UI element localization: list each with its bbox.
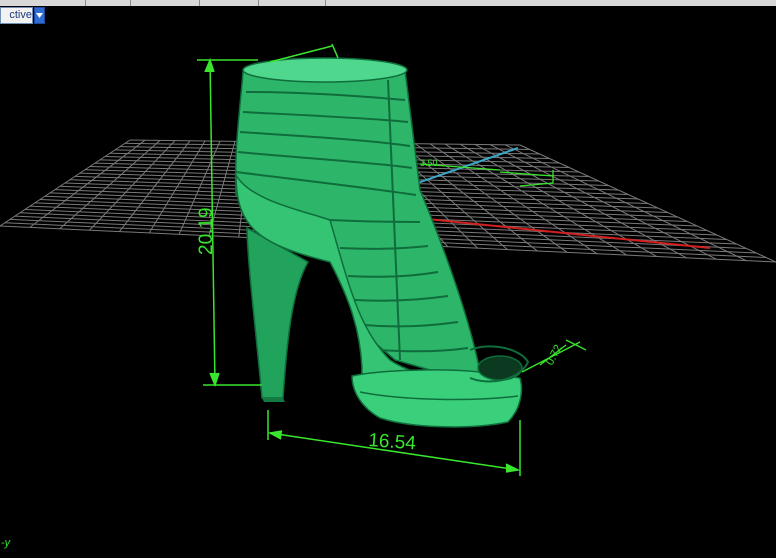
height-value: 20.19 [196, 207, 217, 255]
viewport-title-button[interactable]: ctive [0, 7, 33, 24]
viewport-tab-strip [0, 0, 776, 6]
viewport-menu-button[interactable] [34, 7, 45, 24]
small-value: 3.50 [420, 158, 438, 168]
toe-value: 0.72 [544, 343, 565, 368]
viewport-scene[interactable]: 20.19 16.54 3.50 0.72 [0, 0, 776, 558]
chevron-down-icon [36, 13, 43, 18]
boot-opening [242, 57, 408, 83]
grid-line [429, 143, 598, 255]
axis-indicator-label: -y [1, 537, 11, 549]
perspective-viewport[interactable]: 20.19 16.54 3.50 0.72 ctive -y [0, 0, 776, 558]
length-value: 16.54 [368, 430, 417, 454]
peep-toe [477, 355, 523, 381]
viewport-title: ctive [9, 9, 32, 21]
shoe-model[interactable] [234, 57, 530, 428]
